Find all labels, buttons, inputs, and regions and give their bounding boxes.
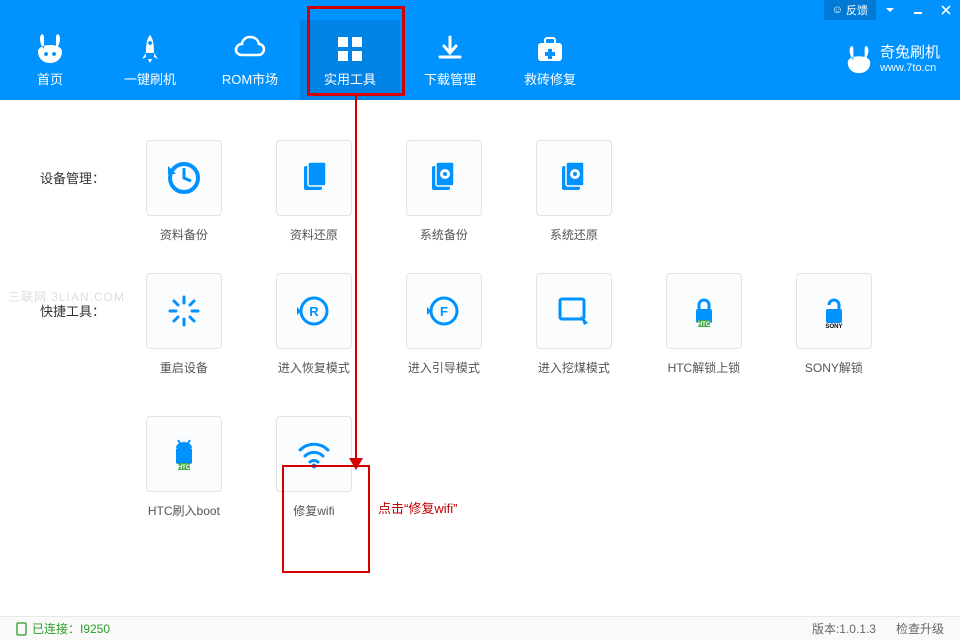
feedback-button[interactable]: ☺反馈 xyxy=(824,0,876,20)
tile-label: HTC解锁上锁 xyxy=(668,359,741,376)
tile-label: 修复wifi xyxy=(293,502,334,519)
minimize-button[interactable] xyxy=(904,0,932,20)
nav-label: ROM市场 xyxy=(222,69,278,88)
annotation-arrow-head xyxy=(349,458,363,470)
rabbit-icon xyxy=(34,33,66,65)
nav-label: 首页 xyxy=(37,69,63,88)
nav-label: 下载管理 xyxy=(424,69,476,88)
sys-backup-icon xyxy=(424,158,464,198)
nav-downloads[interactable]: 下载管理 xyxy=(400,20,500,100)
download-icon xyxy=(434,33,466,65)
nav-tools[interactable]: 实用工具 xyxy=(300,20,400,100)
grid-icon xyxy=(334,33,366,65)
backup-icon xyxy=(164,158,204,198)
loading-icon xyxy=(164,291,204,331)
tile-download-mode[interactable]: 进入挖煤模式 xyxy=(529,273,619,376)
tile-restore-system[interactable]: 系统还原 xyxy=(529,140,619,243)
brand: 奇兔刷机 www.7to.cn xyxy=(844,44,940,75)
nav-label: 实用工具 xyxy=(324,69,376,88)
recovery-icon: R xyxy=(294,291,334,331)
tile-label: 系统还原 xyxy=(550,226,598,243)
tile-restore-data[interactable]: 资料还原 xyxy=(269,140,359,243)
fastboot-icon: F xyxy=(424,291,464,331)
tile-reboot[interactable]: 重启设备 xyxy=(139,273,229,376)
svg-text:HTC: HTC xyxy=(698,322,711,328)
svg-text:SONY: SONY xyxy=(825,324,842,330)
tile-label: 重启设备 xyxy=(160,359,208,376)
main: 设备管理： 资料备份 资料还原 系统备份 系统还原 快捷工具： xyxy=(0,100,960,620)
nav-label: 一键刷机 xyxy=(124,69,176,88)
tile-label: 资料还原 xyxy=(290,226,338,243)
tile-backup-system[interactable]: 系统备份 xyxy=(399,140,489,243)
phone-icon xyxy=(16,622,27,636)
svg-text:R: R xyxy=(309,304,319,319)
tile-fastboot-mode[interactable]: F 进入引导模式 xyxy=(399,273,489,376)
section-quick-tools: 快捷工具： 重启设备 R 进入恢复模式 F 进入引导模式 进入挖煤模式 HTC … xyxy=(40,273,950,519)
watermark: 三联网 3LIAN.COM xyxy=(8,288,125,305)
tile-label: 进入恢复模式 xyxy=(278,359,350,376)
svg-text:F: F xyxy=(440,304,448,319)
nav-rescue[interactable]: 救砖修复 xyxy=(500,20,600,100)
tile-label: 进入挖煤模式 xyxy=(538,359,610,376)
tile-fix-wifi[interactable]: 修复wifi xyxy=(269,416,359,519)
tile-label: 系统备份 xyxy=(420,226,468,243)
medkit-icon xyxy=(534,33,566,65)
android-icon: HTC xyxy=(164,434,204,474)
sony-lock-icon: SONY xyxy=(814,291,854,331)
cloud-icon xyxy=(234,33,266,65)
wifi-icon xyxy=(294,434,334,474)
rocket-icon xyxy=(134,33,166,65)
status-connection: 已连接：I9250 xyxy=(16,620,110,637)
header: 首页 一键刷机 ROM市场 实用工具 下载管理 救砖修复 奇兔刷机 www.7t… xyxy=(0,20,960,100)
nav-flash[interactable]: 一键刷机 xyxy=(100,20,200,100)
tile-label: 进入引导模式 xyxy=(408,359,480,376)
status-version: 版本:1.0.1.3 xyxy=(812,620,876,637)
nav: 首页 一键刷机 ROM市场 实用工具 下载管理 救砖修复 xyxy=(0,20,600,100)
annotation-arrow xyxy=(355,96,357,466)
brand-rabbit-icon xyxy=(844,45,874,75)
section-device-mgmt: 设备管理： 资料备份 资料还原 系统备份 系统还原 xyxy=(40,140,950,243)
tile-label: HTC刷入boot xyxy=(148,502,220,519)
brand-url: www.7to.cn xyxy=(880,62,940,75)
nav-rom-market[interactable]: ROM市场 xyxy=(200,20,300,100)
brand-name: 奇兔刷机 xyxy=(880,44,940,62)
sys-restore-icon xyxy=(554,158,594,198)
tile-label: SONY解锁 xyxy=(805,359,863,376)
tile-label: 资料备份 xyxy=(160,226,208,243)
nav-label: 救砖修复 xyxy=(524,69,576,88)
htc-lock-icon: HTC xyxy=(684,291,724,331)
tile-htc-boot[interactable]: HTC HTC刷入boot xyxy=(139,416,229,519)
statusbar: 已连接：I9250 版本:1.0.1.3 检查升级 xyxy=(0,616,960,640)
tile-sony-unlock[interactable]: SONY SONY解锁 xyxy=(789,273,879,376)
tile-recovery-mode[interactable]: R 进入恢复模式 xyxy=(269,273,359,376)
tile-htc-unlock[interactable]: HTC HTC解锁上锁 xyxy=(659,273,749,376)
svg-text:HTC: HTC xyxy=(178,465,191,471)
dropdown-button[interactable] xyxy=(876,0,904,20)
close-button[interactable] xyxy=(932,0,960,20)
annotation-callout: 点击“修复wifi” xyxy=(378,498,457,517)
tile-backup-data[interactable]: 资料备份 xyxy=(139,140,229,243)
dig-icon xyxy=(554,291,594,331)
tiles-device: 资料备份 资料还原 系统备份 系统还原 xyxy=(139,140,950,243)
restore-icon xyxy=(294,158,334,198)
nav-home[interactable]: 首页 xyxy=(0,20,100,100)
check-update-link[interactable]: 检查升级 xyxy=(896,620,944,637)
section-label: 设备管理： xyxy=(40,168,139,187)
titlebar: ☺反馈 xyxy=(0,0,960,20)
tiles-tools: 重启设备 R 进入恢复模式 F 进入引导模式 进入挖煤模式 HTC HTC解锁上… xyxy=(139,273,950,519)
